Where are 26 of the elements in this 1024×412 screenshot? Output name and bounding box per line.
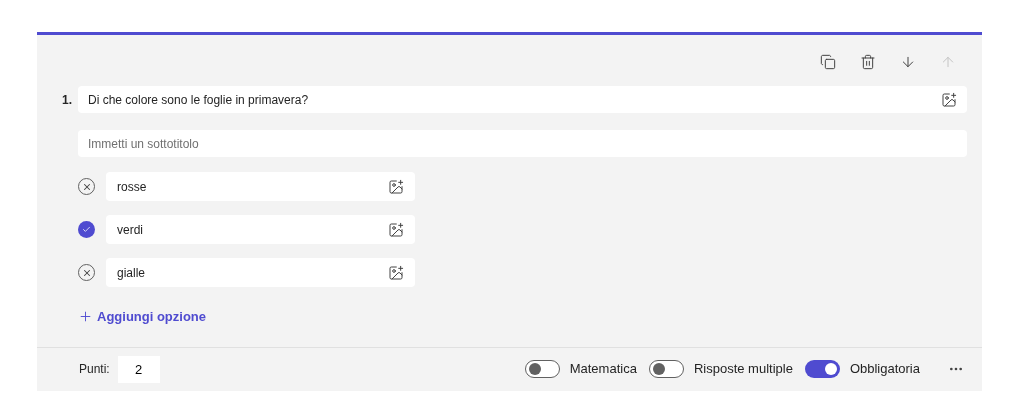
option-field[interactable]: rosse (106, 172, 415, 201)
toggle-label: Risposte multiple (693, 360, 793, 379)
image-edit-icon[interactable] (388, 264, 404, 281)
image-edit-icon[interactable] (941, 91, 957, 108)
add-option-button[interactable]: Aggiungi opzione (78, 307, 207, 327)
arrow-up-icon (940, 54, 956, 70)
copy-icon (820, 54, 836, 70)
toggle-label: Matematica (569, 360, 637, 379)
toggle-switch[interactable] (524, 360, 560, 378)
plus-icon (78, 309, 93, 325)
arrow-down-icon (900, 54, 916, 70)
question-number: 1. (62, 91, 73, 109)
subtitle-field[interactable]: Immetti un sottotitolo (78, 130, 967, 157)
points-label: Punti: (79, 361, 110, 378)
image-edit-icon[interactable] (388, 221, 404, 238)
toggle-switch[interactable] (648, 360, 684, 378)
question-field[interactable]: Di che colore sono le foglie in primavera? (78, 86, 967, 113)
points-field[interactable]: 2 (117, 355, 160, 383)
correct-answer-check-icon[interactable] (78, 221, 95, 238)
copy-button[interactable] (818, 52, 838, 72)
toggle-label: Obbligatoria (849, 360, 920, 379)
toggle-switch[interactable] (804, 360, 840, 378)
image-edit-icon[interactable] (388, 178, 404, 195)
option-field[interactable]: verdi (106, 215, 415, 244)
option-field[interactable]: gialle (106, 258, 415, 287)
delete-icon (860, 54, 876, 70)
